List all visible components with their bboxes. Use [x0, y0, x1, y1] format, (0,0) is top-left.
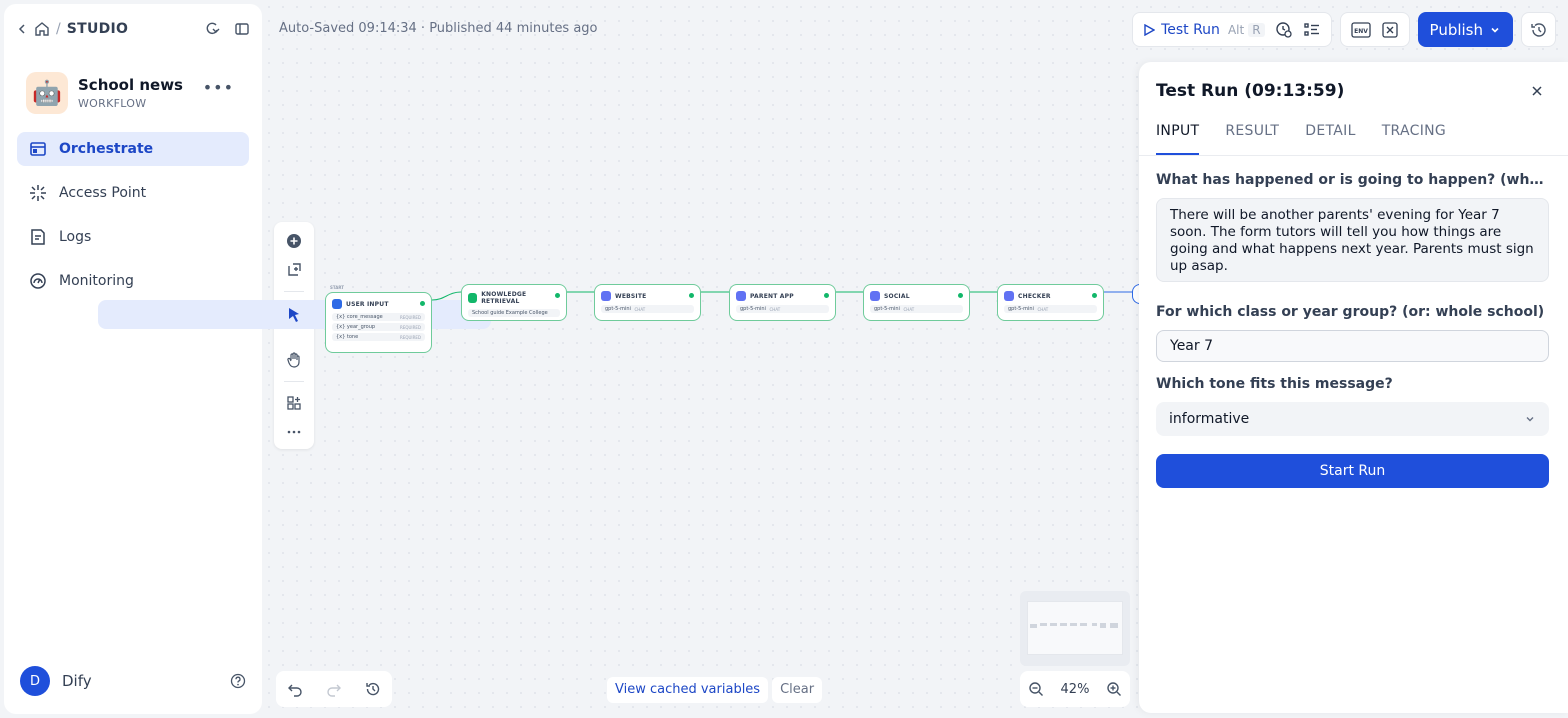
- panel-tabs: INPUT RESULT DETAIL TRACING: [1156, 123, 1568, 155]
- core-message-label: What has happened or is going to happen?…: [1156, 172, 1549, 188]
- minimap-viewport[interactable]: [1027, 601, 1123, 655]
- chevron-down-icon: [1526, 417, 1534, 422]
- tone-label: Which tone fits this message?: [1156, 376, 1393, 392]
- variable-row: {x} year_group REQUIRED: [332, 323, 425, 331]
- history-controls: [276, 671, 392, 707]
- llm-node-icon: [736, 291, 746, 301]
- llm-node-icon: [601, 291, 611, 301]
- zoom-in-button[interactable]: [1106, 681, 1122, 697]
- tab-detail[interactable]: DETAIL: [1305, 123, 1355, 155]
- start-run-button[interactable]: Start Run: [1156, 454, 1549, 488]
- node-user-input[interactable]: USER INPUT {x} core_message REQUIRED {x} …: [325, 292, 432, 353]
- tab-tracing[interactable]: TRACING: [1382, 123, 1446, 155]
- minimap-nodes: [1030, 623, 1118, 628]
- history-icon: [365, 682, 379, 696]
- test-run-panel: Test Run (09:13:59) INPUT RESULT DETAIL …: [1139, 62, 1568, 713]
- zoom-out-icon: [1029, 682, 1044, 696]
- redo-button[interactable]: [326, 681, 342, 697]
- undo-icon: [288, 684, 303, 697]
- view-cached-variables-button[interactable]: View cached variables: [607, 677, 769, 703]
- status-ok-icon: [420, 301, 425, 306]
- knowledge-node-icon: [468, 293, 478, 303]
- knowledge-row: School guide Example College: [468, 309, 560, 317]
- user-input-node-icon: [332, 299, 342, 309]
- clear-cache-button[interactable]: Clear: [772, 677, 823, 703]
- model-row: gpt-5-mini CHAT: [1004, 305, 1097, 313]
- redo-icon: [327, 684, 341, 697]
- node-title: WEBSITE: [615, 292, 647, 300]
- zoom-level[interactable]: 42%: [1061, 682, 1090, 697]
- tab-input[interactable]: INPUT: [1156, 123, 1200, 155]
- node-title: PARENT APP: [750, 292, 794, 300]
- zoom-in-icon: [1107, 682, 1121, 696]
- undo-button[interactable]: [287, 681, 303, 697]
- status-ok-icon: [958, 293, 963, 298]
- model-row: gpt-5-mini CHAT: [736, 305, 829, 313]
- model-row: gpt-5-mini CHAT: [601, 305, 694, 313]
- cached-variables-bar: View cached variables Clear: [607, 677, 823, 703]
- zoom-out-button[interactable]: [1028, 681, 1044, 697]
- node-title: USER INPUT: [346, 300, 389, 308]
- node-title: SOCIAL: [884, 292, 910, 300]
- node-knowledge-retrieval[interactable]: KNOWLEDGE RETRIEVAL School guide Example…: [461, 284, 567, 321]
- core-message-textarea[interactable]: There will be another parents' evening f…: [1156, 198, 1549, 282]
- node-parent-app[interactable]: PARENT APP gpt-5-mini CHAT: [729, 284, 836, 321]
- tab-result[interactable]: RESULT: [1225, 123, 1279, 155]
- status-ok-icon: [555, 293, 560, 298]
- node-website[interactable]: WEBSITE gpt-5-mini CHAT: [594, 284, 701, 321]
- start-label: START: [330, 285, 345, 290]
- variable-row: {x} tone REQUIRED: [332, 333, 425, 341]
- llm-node-icon: [870, 291, 880, 301]
- status-ok-icon: [824, 293, 829, 298]
- node-social[interactable]: SOCIAL gpt-5-mini CHAT: [863, 284, 970, 321]
- run-history-button[interactable]: [365, 681, 381, 697]
- year-group-label: For which class or year group? (or: whol…: [1156, 304, 1545, 320]
- year-group-input[interactable]: [1156, 330, 1549, 362]
- node-title: CHECKER: [1018, 292, 1051, 300]
- minimap[interactable]: [1020, 591, 1130, 666]
- llm-node-icon: [1004, 291, 1014, 301]
- node-checker[interactable]: CHECKER gpt-5-mini CHAT: [997, 284, 1104, 321]
- tab-divider: [1139, 155, 1568, 156]
- panel-title: Test Run (09:13:59): [1156, 81, 1345, 101]
- zoom-controls: 42%: [1020, 671, 1130, 707]
- input-form: What has happened or is going to happen?…: [1156, 172, 1549, 488]
- tone-select[interactable]: informative: [1156, 402, 1549, 436]
- status-ok-icon: [689, 293, 694, 298]
- node-title: KNOWLEDGE RETRIEVAL: [481, 291, 527, 305]
- model-row: gpt-5-mini CHAT: [870, 305, 963, 313]
- close-icon[interactable]: [1530, 84, 1544, 98]
- variable-row: {x} core_message REQUIRED: [332, 313, 425, 321]
- tone-selected-value: informative: [1169, 411, 1250, 427]
- status-ok-icon: [1092, 293, 1097, 298]
